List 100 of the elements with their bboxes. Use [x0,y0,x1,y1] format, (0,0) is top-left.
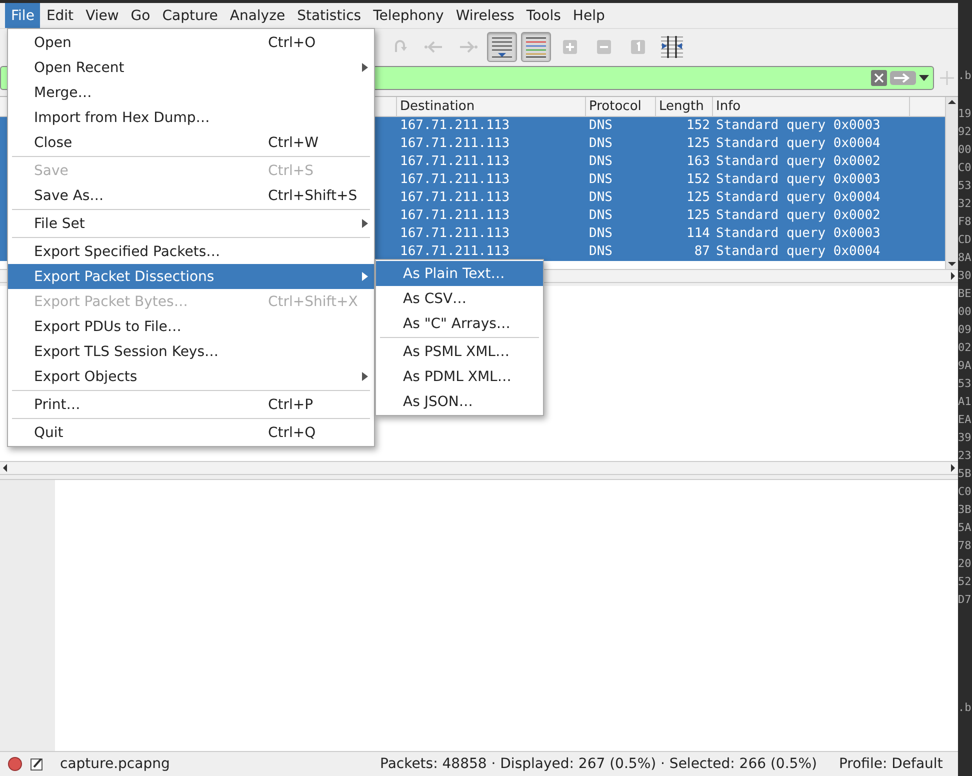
table-cell-text: 167.71.211.113 [399,153,511,171]
right-arrow-icon[interactable] [948,462,958,474]
table-cell-text: Standard query 0x0004 [715,243,882,261]
column-header[interactable]: Destination [397,97,586,116]
terminal-text: 5B [958,466,972,482]
terminal-text: 09 [958,322,972,338]
terminal-text: 00 [958,142,972,158]
colored-lines-icon [524,34,548,58]
table-cell-text: Standard query 0x0004 [715,189,882,207]
terminal-text: 32 [958,196,972,212]
status-circle-icon[interactable] [8,757,22,771]
terminal-text: .b [958,700,972,716]
table-cell-text: 125 [686,207,711,225]
back-arrow-icon [424,40,444,54]
terminal-text: 5A [958,520,972,536]
menu-item[interactable]: Export PDUs to File… [8,314,374,339]
menu-item[interactable]: Export TLS Session Keys… [8,339,374,364]
menu-title[interactable]: Statistics [291,3,368,28]
menu-title[interactable]: File [5,3,40,28]
terminal-text: 19 [958,106,972,122]
menu-item[interactable]: As CSV… [376,286,543,311]
menu-item[interactable]: As "C" Arrays… [376,311,543,336]
right-arrow-icon[interactable] [948,270,958,282]
menu-title[interactable]: Wireless [450,3,520,28]
terminal-text: 23 [958,448,972,464]
column-header[interactable]: Length [656,97,713,116]
menu-item[interactable]: Export Objects [8,364,374,389]
menu-item[interactable]: As PSML XML… [376,339,543,364]
terminal-text: 00 [958,304,972,320]
terminal-text: 53 [958,376,972,392]
menu-title[interactable]: View [80,3,125,28]
column-header[interactable]: Info [713,97,910,116]
menu-item[interactable]: As PDML XML… [376,364,543,389]
table-cell-text: 152 [686,171,711,189]
menu-title[interactable]: Help [566,3,611,28]
packet-stats: Packets: 48858 · Displayed: 267 (0.5%) · Selected: 266 (0.5%) [380,756,817,772]
terminal-text: C0 [958,160,972,176]
profile-label[interactable]: Profile: Default [838,756,943,772]
terminal-text: 53 [958,178,972,194]
plus-icon [563,40,577,54]
table-cell-text: Standard query 0x0002 [715,153,882,171]
terminal-text: .b [958,68,972,84]
file-name: capture.pcapng [59,756,171,772]
table-cell-text: 167.71.211.113 [399,207,511,225]
menu-title[interactable]: Edit [40,3,80,28]
menu-title[interactable]: Telephony [367,3,450,28]
toolbar-button[interactable] [487,32,517,62]
dropdown-caret-icon[interactable] [919,75,929,81]
horizontal-scrollbar[interactable] [0,461,958,475]
menu-item[interactable]: As Plain Text… [376,261,543,286]
table-cell-text: 125 [686,135,711,153]
menu-item[interactable]: Merge… [8,80,374,105]
forward-arrow-icon [458,40,478,54]
vertical-scrollbar[interactable] [945,97,958,269]
table-cell-text: 87 [693,243,711,261]
table-cell-text: Standard query 0x0003 [715,225,882,243]
menu-item[interactable]: Export Packet Dissections [8,264,374,289]
menu-title[interactable]: Analyze [224,3,292,28]
table-cell-text: 125 [686,189,711,207]
table-cell-text: DNS [588,225,614,243]
table-cell-text: 167.71.211.113 [399,135,511,153]
table-cell-text: DNS [588,117,614,135]
column-header[interactable]: Protocol [586,97,656,116]
menu-title[interactable]: Go [124,3,156,28]
menu-item[interactable]: Open Recent [8,55,374,80]
terminal-text: A1 [958,394,972,410]
terminal-text: 02 [958,340,972,356]
terminal-text: 78 [958,538,972,554]
menu-item[interactable]: Print… Ctrl+P [8,392,374,417]
table-cell-text: Standard query 0x0004 [715,135,882,153]
table-cell-text: 167.71.211.113 [399,225,511,243]
down-arrow-icon[interactable] [946,259,958,269]
terminal-text: C0 [958,484,972,500]
table-cell-text: DNS [588,135,614,153]
menu-item[interactable]: As JSON… [376,389,543,414]
table-cell-text: DNS [588,207,614,225]
menu-title[interactable]: Capture [156,3,224,28]
up-arrow-icon[interactable] [946,97,958,107]
resize-columns-icon [660,34,684,58]
table-cell-text: DNS [588,243,614,261]
terminal-text: 52 [958,574,972,590]
table-cell-text: 163 [686,153,711,171]
table-cell-text: DNS [588,171,614,189]
autoscroll-icon [490,34,514,58]
terminal-text: F8 [958,214,972,230]
table-cell-text: 167.71.211.113 [399,171,511,189]
edit-note-icon[interactable] [30,757,44,771]
table-cell-text: DNS [588,153,614,171]
terminal-text: 39 [958,430,972,446]
terminal-text: 3B [958,502,972,518]
terminal-text: EA [958,412,972,428]
terminal-text: 92 [958,124,972,140]
menu-item[interactable]: Open Ctrl+O [8,30,374,55]
terminal-text: 20 [958,556,972,572]
minus-icon [597,40,611,54]
menu-item[interactable]: Quit Ctrl+Q [8,420,374,445]
toolbar-button[interactable] [521,32,551,62]
table-cell-text: 167.71.211.113 [399,189,511,207]
menu-title[interactable]: Tools [520,3,567,28]
clear-icon[interactable] [871,70,887,86]
